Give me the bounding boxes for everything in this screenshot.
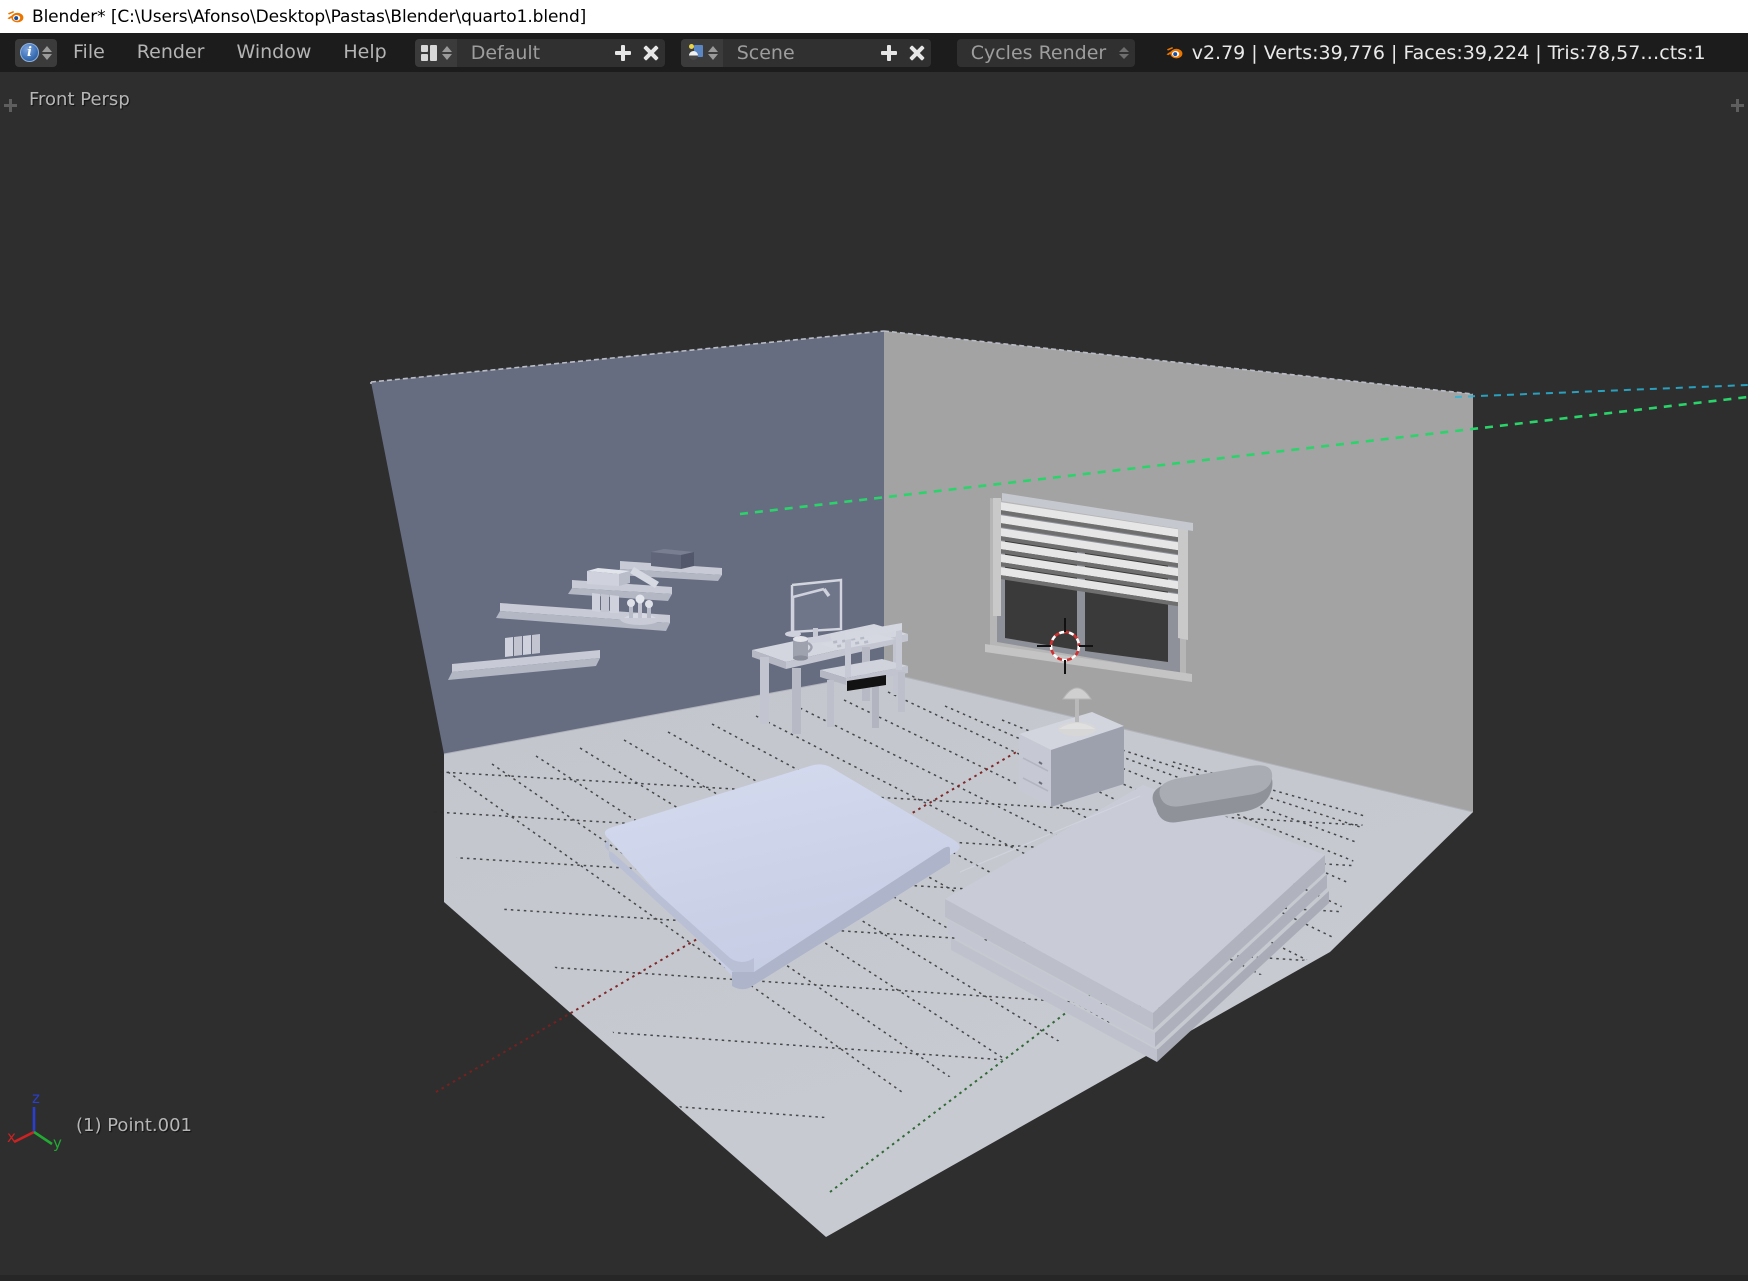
- menu-help[interactable]: Help: [327, 33, 402, 72]
- blender-logo-icon: [6, 7, 25, 26]
- screen-layout-add-button[interactable]: [609, 39, 637, 67]
- screen-layout-block: Default: [414, 38, 665, 67]
- info-editor-icon: i: [20, 43, 39, 62]
- scene-name[interactable]: Scene: [723, 39, 875, 67]
- window-blinds: [985, 493, 1193, 682]
- close-icon: [643, 45, 659, 61]
- 3d-viewport[interactable]: Front Persp (1) Point.001 z x y: [0, 72, 1748, 1281]
- axis-gizmo: z x y: [6, 1087, 76, 1161]
- window-title-text: Blender* [C:\Users\Afonso\Desktop\Pastas…: [32, 6, 587, 27]
- editor-type-selector[interactable]: i: [15, 38, 57, 67]
- screen-layout-delete-button[interactable]: [637, 39, 665, 67]
- screen-layout-icon: [420, 44, 439, 61]
- viewport-bottom-edge: [0, 1275, 1748, 1281]
- plus-icon: [880, 44, 897, 61]
- menu-file[interactable]: File: [57, 33, 121, 72]
- scene-statistics: v2.79 | Verts:39,776 | Faces:39,224 | Tr…: [1165, 42, 1748, 64]
- scene-icon: [687, 44, 705, 61]
- scene-delete-button[interactable]: [903, 39, 931, 67]
- render-engine-value: Cycles Render: [970, 41, 1107, 64]
- active-object-label: (1) Point.001: [76, 1115, 192, 1136]
- chevron-updown-icon: [1118, 46, 1129, 59]
- menu-render[interactable]: Render: [121, 33, 221, 72]
- scene-block: Scene: [680, 38, 931, 67]
- blender-logo-icon: [1165, 43, 1184, 62]
- render-engine-selector[interactable]: Cycles Render: [956, 38, 1135, 67]
- close-icon: [909, 45, 925, 61]
- properties-region-toggle-icon[interactable]: [1730, 98, 1745, 113]
- menu-window[interactable]: Window: [220, 33, 327, 72]
- editor-type-spinner-icon: [42, 45, 53, 60]
- desk-leg: [792, 668, 801, 734]
- 3d-scene-render: [370, 330, 1748, 1237]
- axis-label-x: x: [7, 1128, 16, 1146]
- blender-application-window: Blender* [C:\Users\Afonso\Desktop\Pastas…: [0, 0, 1748, 1281]
- axis-label-z: z: [32, 1089, 40, 1107]
- info-editor-header: i File Render Window Help Default Scene …: [0, 33, 1748, 106]
- desk-leg: [760, 657, 769, 724]
- relationship-line-right: [1454, 384, 1748, 398]
- screen-layout-spinner-icon: [441, 45, 453, 60]
- view-orientation-label: Front Persp: [29, 89, 130, 110]
- window-title-bar: Blender* [C:\Users\Afonso\Desktop\Pastas…: [0, 0, 1748, 33]
- statistics-text: v2.79 | Verts:39,776 | Faces:39,224 | Tr…: [1191, 41, 1706, 64]
- scene-browse-button[interactable]: [680, 38, 723, 67]
- scene-add-button[interactable]: [875, 39, 903, 67]
- scene-spinner-icon: [707, 45, 719, 60]
- screen-layout-name[interactable]: Default: [457, 39, 609, 67]
- toolshelf-toggle-icon[interactable]: [3, 98, 18, 113]
- screen-layout-browse-button[interactable]: [414, 38, 457, 67]
- plus-icon: [614, 44, 631, 61]
- axis-label-y: y: [53, 1134, 62, 1152]
